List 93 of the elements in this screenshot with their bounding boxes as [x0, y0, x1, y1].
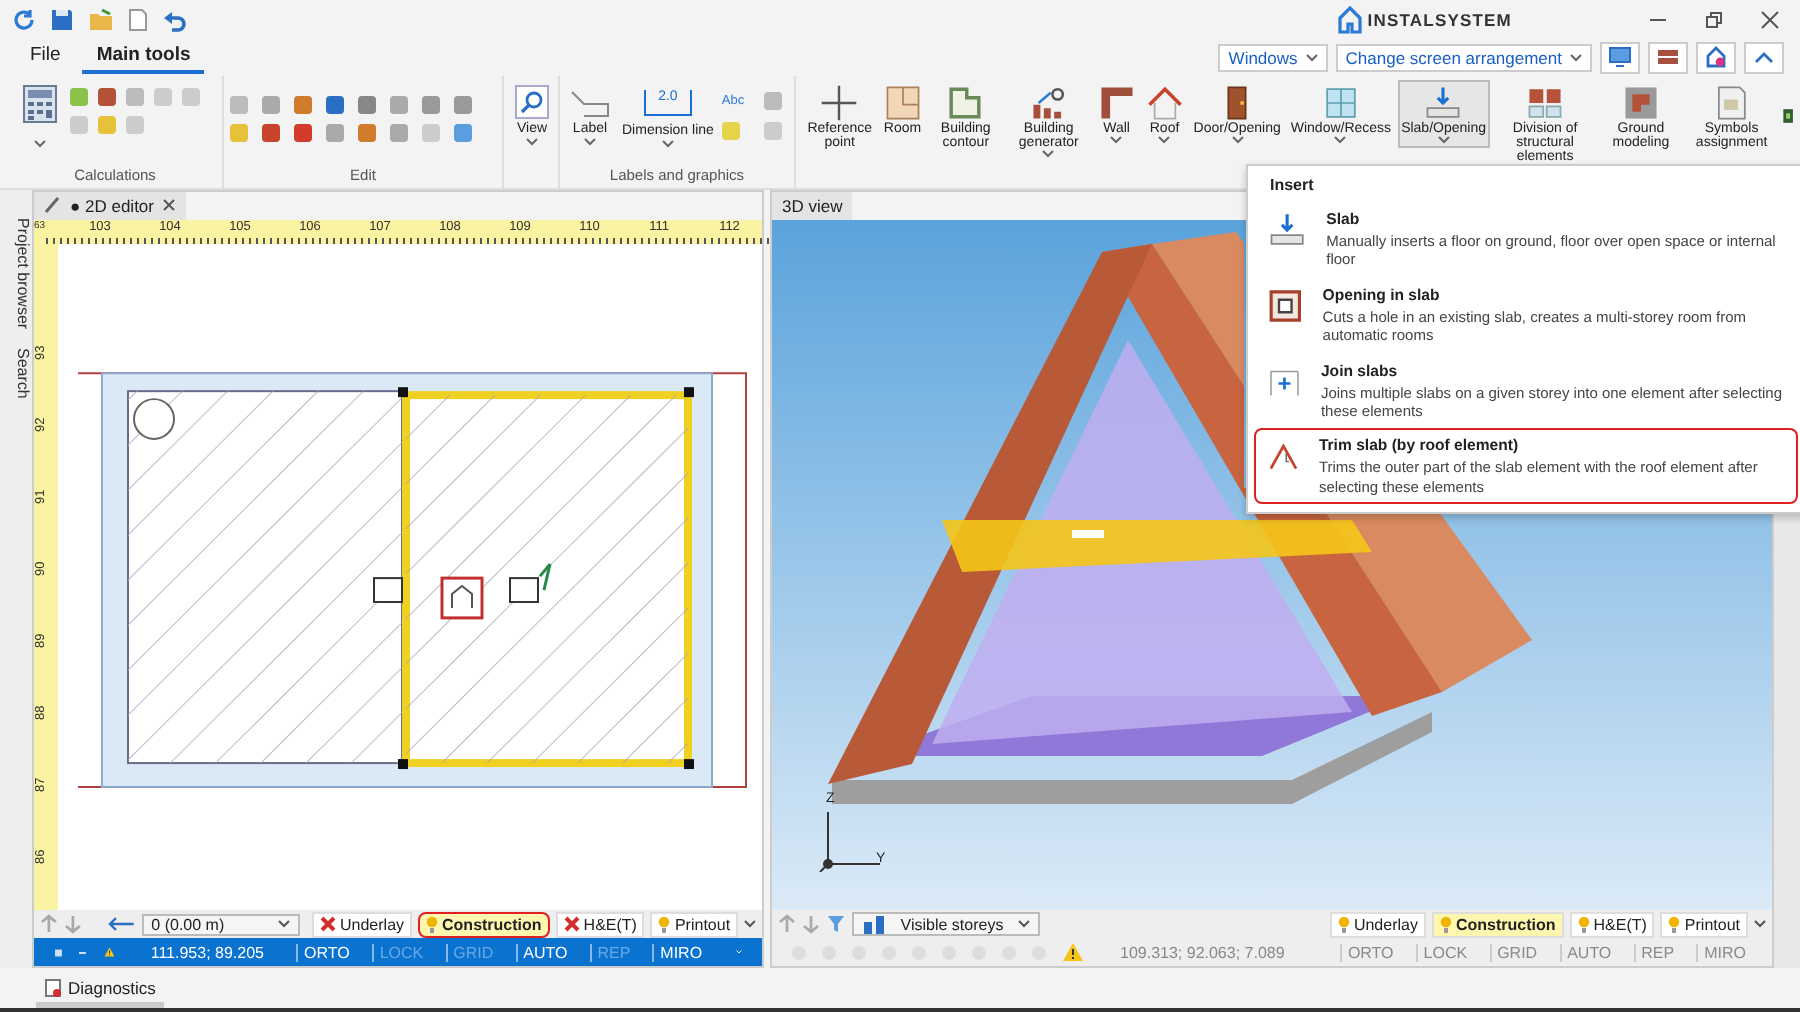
page-icon: [44, 977, 62, 998]
restore-icon[interactable]: [1704, 9, 1724, 30]
down-arrow-icon[interactable]: [802, 914, 820, 935]
layer-tab[interactable]: Construction: [1431, 911, 1564, 938]
caret-icon: [1231, 135, 1244, 144]
caret-icon: [1305, 53, 1318, 62]
pencil-icon: [44, 196, 62, 215]
bulb-icon: [1668, 915, 1681, 934]
monitor-button[interactable]: [1600, 41, 1640, 74]
caret-icon[interactable]: [1754, 920, 1766, 929]
up-arrow-icon[interactable]: [40, 914, 58, 935]
house-icon: [1704, 46, 1728, 69]
wall-icon: [1097, 83, 1136, 122]
save-icon[interactable]: [50, 7, 74, 32]
layer-tab[interactable]: H&E(T): [555, 911, 645, 938]
caret-icon[interactable]: [34, 139, 46, 148]
layer-tab[interactable]: Printout: [1660, 911, 1748, 938]
monitor-icon: [1608, 46, 1632, 69]
layer-tab[interactable]: Construction: [418, 911, 550, 938]
filter-icon[interactable]: [826, 914, 846, 935]
warning-icon: [1062, 942, 1084, 963]
outline-icon: [946, 83, 985, 122]
caret-icon: [1018, 920, 1030, 929]
caret-icon: [1437, 135, 1450, 144]
menu-header: Insert: [1268, 174, 1316, 198]
stack-button[interactable]: [1648, 41, 1688, 74]
document-icon: [1712, 83, 1751, 122]
caret-icon: [661, 140, 674, 149]
bottom-tab[interactable]: Diagnostics: [36, 973, 164, 1008]
building-icon: [862, 914, 886, 935]
snap-mode-toggle[interactable]: MIRO: [652, 943, 709, 962]
bulb-icon: [426, 915, 439, 934]
slab-arrow-icon: [1268, 210, 1307, 250]
left-arrow-icon[interactable]: [107, 916, 136, 933]
brand-name: INSTALSYSTEM: [1367, 9, 1512, 30]
house-drop-button[interactable]: [1696, 41, 1736, 74]
caret-icon: [1110, 135, 1123, 144]
house-icon: [1145, 83, 1184, 122]
document-icon[interactable]: [128, 7, 148, 32]
snap-mode-toggle[interactable]: ORTO: [296, 943, 356, 962]
down-arrow-icon[interactable]: [63, 914, 82, 935]
undo-icon[interactable]: [162, 7, 186, 32]
window-icon: [1321, 83, 1360, 122]
bars-gear-icon: [1029, 83, 1068, 122]
side-tab[interactable]: Search: [0, 348, 32, 400]
close-icon[interactable]: [162, 198, 176, 213]
caret-icon: [526, 138, 538, 147]
storey-select[interactable]: 0 (0.00 m): [141, 913, 300, 936]
caret-icon: [1334, 135, 1347, 144]
layer-tab[interactable]: Underlay: [312, 911, 413, 938]
snap-mode-toggle[interactable]: AUTO: [515, 943, 574, 962]
caret-icon[interactable]: [744, 920, 756, 929]
refresh-icon[interactable]: [12, 7, 36, 32]
view-tab[interactable]: 3D view: [772, 191, 853, 220]
storeys-select[interactable]: Visible storeys: [852, 912, 1040, 937]
layer-tab[interactable]: Printout: [650, 911, 739, 938]
window-select[interactable]: Windows: [1218, 43, 1328, 72]
stack-icon: [1656, 46, 1680, 69]
caret-icon: [584, 138, 596, 147]
coordinates-readout: 111.953; 89.205: [150, 943, 264, 962]
caret-icon: [278, 920, 290, 929]
square-icon: [1621, 83, 1660, 122]
cross-icon: [563, 916, 580, 933]
side-tab[interactable]: Project browser: [0, 217, 32, 329]
caret-icon: [1042, 149, 1055, 158]
slab-arrow-icon: [1424, 83, 1463, 122]
bulb-icon: [1337, 915, 1350, 934]
window-select[interactable]: Change screen arrangement: [1335, 43, 1592, 72]
chevron-up-icon: [1754, 49, 1774, 66]
bulb-icon: [658, 915, 671, 934]
editor-tab[interactable]: ● 2D editor: [34, 191, 186, 220]
caret-icon: [1570, 53, 1582, 62]
magnifier-icon: [514, 83, 550, 120]
dashed-square-icon: [1268, 285, 1303, 326]
room-plan-icon: [883, 83, 922, 122]
bulb-icon: [1577, 915, 1590, 934]
grid-icon: [1526, 83, 1565, 122]
cross-icon: [320, 916, 336, 933]
coordinates-readout: 109.313; 92.063; 7.089: [1120, 943, 1285, 962]
up-arrow-icon[interactable]: [778, 914, 796, 935]
calculator-icon[interactable]: [22, 83, 58, 124]
layer-tab[interactable]: H&E(T): [1569, 911, 1655, 938]
close-icon[interactable]: [1760, 9, 1780, 30]
layer-tab[interactable]: Underlay: [1329, 911, 1426, 938]
crosshair-icon: [820, 83, 859, 122]
menu-tab[interactable]: File: [16, 40, 75, 75]
bulb-icon: [1439, 915, 1452, 934]
caret-icon: [1158, 135, 1171, 144]
collapse-button[interactable]: [1744, 41, 1784, 74]
menu-tab[interactable]: Main tools: [82, 40, 205, 75]
folder-icon[interactable]: [88, 7, 114, 32]
card-icon[interactable]: [1781, 103, 1794, 128]
house-logo-icon: [1337, 5, 1362, 34]
